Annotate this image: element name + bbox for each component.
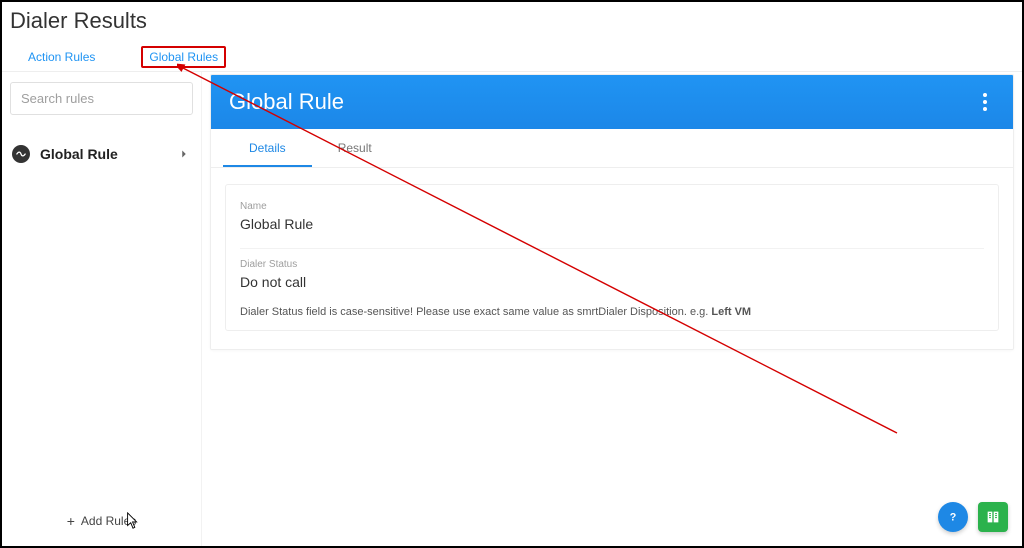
help-button[interactable]: ? [938, 502, 968, 532]
field-name-input[interactable] [240, 216, 984, 232]
sidebar: Global Rule + Add Rules [2, 72, 202, 546]
plus-icon: + [67, 514, 75, 528]
rule-panel: Global Rule Details Result Name [210, 74, 1014, 350]
search-box[interactable] [10, 82, 193, 115]
page-title: Dialer Results [2, 2, 1022, 42]
field-dialer-status[interactable]: Dialer Status [240, 248, 984, 292]
help-icon: ? [945, 509, 961, 525]
panel-subtabs: Details Result [211, 129, 1013, 168]
svg-text:?: ? [950, 511, 957, 523]
panel-title: Global Rule [229, 89, 975, 115]
search-input[interactable] [21, 91, 182, 106]
hint-prefix: Dialer Status field is case-sensitive! P… [240, 306, 711, 318]
page-root: Dialer Results Action Rules Global Rules… [2, 2, 1022, 546]
panel-header: Global Rule [211, 75, 1013, 129]
main-area: Global Rule Details Result Name [202, 72, 1022, 546]
field-name-label: Name [240, 201, 984, 212]
hint-bold: Left VM [711, 306, 751, 318]
book-icon [985, 509, 1001, 525]
fab-row: ? [938, 502, 1008, 532]
tab-global-rules[interactable]: Global Rules [141, 46, 226, 68]
sidebar-item-label: Global Rule [40, 146, 177, 162]
chevron-right-icon [177, 147, 191, 161]
subtab-details[interactable]: Details [223, 129, 312, 167]
panel-menu-button[interactable] [975, 92, 995, 112]
subtab-result[interactable]: Result [312, 129, 398, 167]
tab-action-rules[interactable]: Action Rules [22, 46, 101, 68]
field-name[interactable]: Name [240, 201, 984, 234]
sidebar-spacer [10, 167, 193, 508]
top-tabs: Action Rules Global Rules [2, 42, 1022, 72]
panel-body: Name Dialer Status Dialer Status field i… [211, 168, 1013, 349]
add-rules-button[interactable]: + Add Rules [10, 508, 193, 538]
form-card: Name Dialer Status Dialer Status field i… [225, 184, 999, 331]
sidebar-item-global-rule[interactable]: Global Rule [10, 141, 193, 167]
field-status-label: Dialer Status [240, 259, 984, 270]
hint-text: Dialer Status field is case-sensitive! P… [240, 306, 984, 318]
docs-button[interactable] [978, 502, 1008, 532]
status-dot-icon [12, 145, 30, 163]
cursor-icon [126, 512, 140, 530]
field-status-input[interactable] [240, 274, 984, 290]
content-row: Global Rule + Add Rules Global Rule Deta… [2, 72, 1022, 546]
